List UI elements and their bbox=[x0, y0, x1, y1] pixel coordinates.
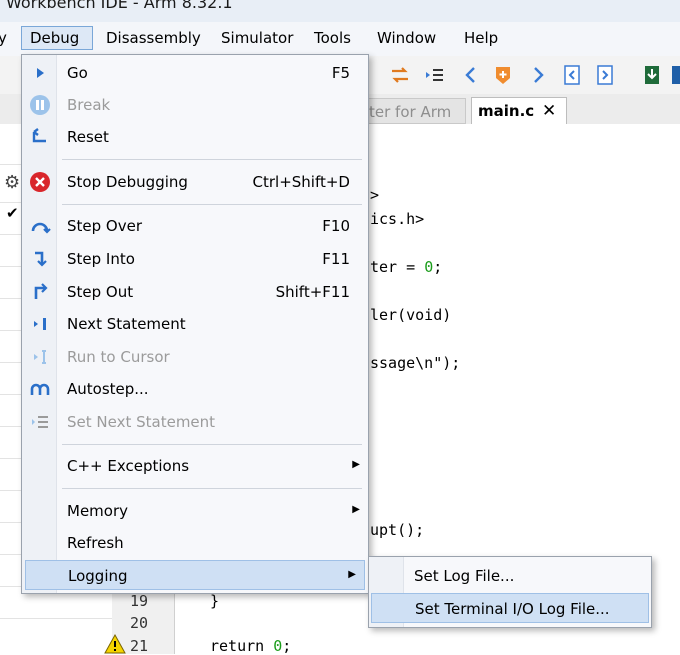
menu-item-step-over[interactable]: Step Over F10 bbox=[22, 211, 368, 241]
menu-separator bbox=[62, 488, 362, 489]
submenu-arrow-icon: ▶ bbox=[352, 504, 360, 515]
menu-item-reset[interactable]: Reset bbox=[22, 122, 368, 152]
menu-help[interactable]: Help bbox=[464, 29, 498, 47]
menu-disassembly[interactable]: Disassembly bbox=[106, 29, 201, 47]
menu-item-memory[interactable]: Memory ▶ bbox=[22, 496, 368, 526]
autostep-icon bbox=[30, 383, 50, 395]
line-number: 21 bbox=[130, 637, 149, 655]
menu-separator bbox=[62, 444, 362, 445]
menu-tools[interactable]: Tools bbox=[314, 29, 351, 47]
set-next-statement-icon bbox=[32, 416, 48, 428]
step-over-icon bbox=[31, 222, 51, 234]
tab-terminal-label: ter for Arm bbox=[369, 103, 452, 121]
tab-main-c[interactable]: main.c ✕ bbox=[471, 97, 567, 125]
menu-item-next-statement[interactable]: Next Statement bbox=[22, 309, 368, 339]
menu-item-run-to-cursor[interactable]: Run to Cursor bbox=[22, 342, 368, 372]
pause-icon bbox=[30, 95, 50, 115]
menu-item-set-log-file[interactable]: Set Log File... bbox=[371, 561, 649, 591]
swap-arrows-icon[interactable] bbox=[389, 64, 411, 86]
warning-icon bbox=[104, 634, 126, 654]
checkmark-icon: ✔ bbox=[6, 204, 19, 222]
menu-debug[interactable]: Debug bbox=[21, 26, 93, 50]
list-indent-icon[interactable] bbox=[423, 64, 445, 86]
submenu-arrow-icon: ▶ bbox=[348, 569, 356, 580]
tab-main-c-label: main.c bbox=[478, 102, 535, 120]
step-into-icon bbox=[35, 251, 47, 267]
line-number: 20 bbox=[130, 614, 149, 632]
close-icon[interactable]: ✕ bbox=[542, 101, 556, 121]
debug-menu: Go F5 Break Reset Stop Debugging Ctrl+Sh… bbox=[21, 54, 369, 594]
menu-item-cpp-exceptions[interactable]: C++ Exceptions ▶ bbox=[22, 451, 368, 481]
toolbar-edge-icon[interactable] bbox=[670, 64, 680, 86]
play-icon bbox=[37, 68, 44, 78]
menu-item-break[interactable]: Break bbox=[22, 90, 368, 120]
submenu-arrow-icon: ▶ bbox=[352, 459, 360, 470]
menu-item-step-into[interactable]: Step Into F11 bbox=[22, 244, 368, 274]
window-title-bar: Workbench IDE - Arm 8.32.1 bbox=[0, 0, 680, 22]
code-text: upt(); bbox=[370, 521, 425, 539]
menu-item-refresh[interactable]: Refresh bbox=[22, 528, 368, 558]
step-out-icon bbox=[34, 283, 48, 299]
code-text: ler(void) bbox=[370, 306, 452, 324]
menu-item-autostep[interactable]: Autostep... bbox=[22, 374, 368, 404]
menu-simulator[interactable]: Simulator bbox=[221, 29, 293, 47]
menu-item-logging[interactable]: Logging ▶ bbox=[25, 560, 365, 590]
menu-window[interactable]: Window bbox=[377, 29, 436, 47]
bookmark-shield-icon[interactable] bbox=[492, 64, 514, 86]
chevron-left-icon[interactable] bbox=[460, 64, 482, 86]
download-icon[interactable] bbox=[641, 64, 663, 86]
run-to-cursor-icon bbox=[34, 350, 46, 364]
menu-separator bbox=[62, 204, 362, 205]
code-text: return 0; bbox=[210, 637, 292, 655]
stop-icon bbox=[30, 172, 50, 192]
line-number: 19 bbox=[130, 592, 149, 610]
chevron-right-icon[interactable] bbox=[527, 64, 549, 86]
next-page-icon[interactable] bbox=[594, 64, 616, 86]
menu-item-stop-debugging[interactable]: Stop Debugging Ctrl+Shift+D bbox=[22, 167, 368, 197]
menu-item-go[interactable]: Go F5 bbox=[22, 58, 368, 88]
code-text: ssage\n"); bbox=[370, 354, 461, 372]
code-text: ter = 0; bbox=[370, 258, 443, 276]
logging-submenu: Set Log File... Set Terminal I/O Log Fil… bbox=[368, 556, 652, 628]
menu-debug-label: Debug bbox=[30, 29, 80, 47]
gear-icon[interactable]: ⚙ bbox=[4, 172, 20, 193]
window-title: Workbench IDE - Arm 8.32.1 bbox=[6, 0, 233, 12]
code-text: } bbox=[210, 592, 220, 610]
code-text: > bbox=[370, 186, 380, 204]
next-statement-icon bbox=[34, 318, 46, 330]
menu-bar: y Debug Disassembly Simulator Tools Wind… bbox=[0, 22, 680, 57]
tab-terminal[interactable]: ter for Arm bbox=[364, 98, 466, 124]
menu-partial[interactable]: y bbox=[0, 29, 7, 47]
menu-item-set-next-statement[interactable]: Set Next Statement bbox=[22, 407, 368, 437]
menu-separator bbox=[62, 159, 362, 160]
reset-icon bbox=[32, 128, 46, 143]
menu-item-set-terminal-io-log-file[interactable]: Set Terminal I/O Log File... bbox=[371, 593, 649, 623]
code-text: ics.h> bbox=[370, 210, 425, 228]
prev-page-icon[interactable] bbox=[561, 64, 583, 86]
menu-item-step-out[interactable]: Step Out Shift+F11 bbox=[22, 277, 368, 307]
